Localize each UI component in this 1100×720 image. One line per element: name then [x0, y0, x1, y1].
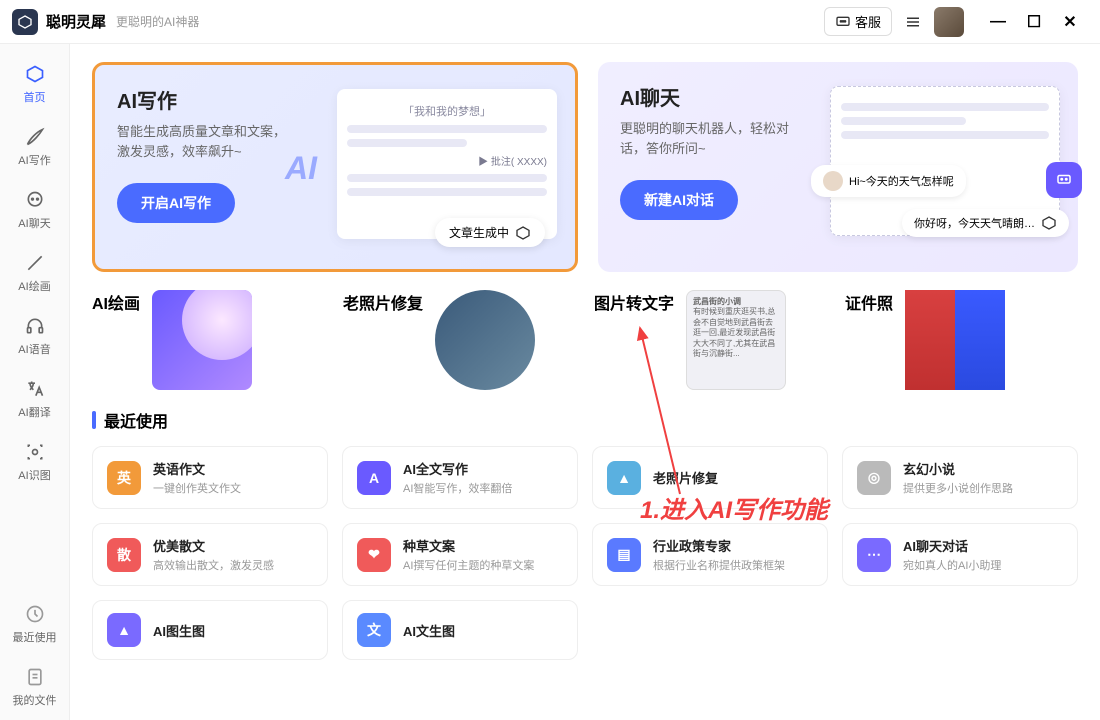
sidebar-item-home[interactable]: 首页 — [10, 54, 60, 113]
recent-icon: 散 — [107, 538, 141, 572]
recent-card[interactable]: A AI全文写作 AI智能写作，效率翻倍 — [342, 446, 578, 509]
recent-card[interactable]: ◎ 玄幻小说 提供更多小说创作思路 — [842, 446, 1078, 509]
mini-avatar — [823, 171, 843, 191]
recent-card[interactable]: ▤ 行业政策专家 根据行业名称提供政策框架 — [592, 523, 828, 586]
hero-writing-desc: 智能生成高质量文章和文案，激发灵感，效率飙升~ — [117, 122, 297, 161]
sidebar: 首页 AI写作 AI聊天 AI绘画 AI语音 AI翻译 AI识图 最近使用 我的… — [0, 44, 70, 720]
recent-title: AI全文写作 — [403, 459, 563, 478]
recent-card[interactable]: ❤ 种草文案 AI撰写任何主题的种草文案 — [342, 523, 578, 586]
recent-card[interactable]: ▲ 老照片修复 — [592, 446, 828, 509]
app-logo — [12, 9, 38, 35]
recent-icon: ⋯ — [857, 538, 891, 572]
recent-title: 种草文案 — [403, 536, 563, 555]
recent-icon: ▲ — [607, 461, 641, 495]
recent-title: AI文生图 — [403, 621, 563, 640]
customer-service-button[interactable]: 客服 — [824, 7, 892, 36]
sidebar-item-recent[interactable]: 最近使用 — [10, 594, 60, 653]
feature-ocr[interactable]: 图片转文字 武昌街的小调 有时候到重庆逛买书,总会不自觉地到武昌街去逛一回,最近… — [594, 290, 827, 390]
recent-desc: AI智能写作，效率翻倍 — [403, 480, 563, 496]
recent-icon: A — [357, 461, 391, 495]
recent-icon: 英 — [107, 461, 141, 495]
recent-desc: 高效输出散文，激发灵感 — [153, 557, 313, 573]
hex-icon — [1041, 215, 1057, 231]
home-icon — [23, 62, 47, 86]
start-ai-writing-button[interactable]: 开启AI写作 — [117, 183, 235, 223]
feature-row: AI绘画 老照片修复 图片转文字 武昌街的小调 有时候到重庆逛买书,总会不自觉地… — [92, 290, 1078, 390]
brush-icon — [23, 251, 47, 275]
chat-icon — [835, 14, 851, 30]
recent-icon: ❤ — [357, 538, 391, 572]
recent-icon: 文 — [357, 613, 391, 647]
title-bar: 聪明灵犀 更聪明的AI神器 客服 — ☐ ✕ — [0, 0, 1100, 44]
headphone-icon — [23, 314, 47, 338]
hero-ai-writing[interactable]: AI写作 智能生成高质量文章和文案，激发灵感，效率飙升~ 开启AI写作 AI 「… — [92, 62, 578, 272]
recent-card[interactable]: ▲ AI图生图 — [92, 600, 328, 660]
thumb-ai-paint — [152, 290, 252, 390]
recent-grid: 英 英语作文 一键创作英文作文A AI全文写作 AI智能写作，效率翻倍▲ 老照片… — [92, 446, 1078, 660]
hero-ai-chat[interactable]: AI聊天 更聪明的聊天机器人，轻松对话，答你所问~ 新建AI对话 Hi~今天的天… — [598, 62, 1078, 272]
hero-chat-desc: 更聪明的聊天机器人，轻松对话，答你所问~ — [620, 119, 800, 158]
file-icon — [23, 665, 47, 689]
sidebar-item-translate[interactable]: AI翻译 — [10, 369, 60, 428]
app-name: 聪明灵犀 — [46, 11, 106, 32]
recent-title: AI图生图 — [153, 621, 313, 640]
sidebar-item-chat[interactable]: AI聊天 — [10, 180, 60, 239]
maximize-button[interactable]: ☐ — [1024, 12, 1044, 32]
thumb-id-photo — [905, 290, 1005, 390]
pen-icon — [23, 125, 47, 149]
clock-icon — [23, 602, 47, 626]
hamburger-icon — [904, 13, 922, 31]
recent-card[interactable]: 散 优美散文 高效输出散文，激发灵感 — [92, 523, 328, 586]
recent-desc: 根据行业名称提供政策框架 — [653, 557, 813, 573]
main-content: AI写作 智能生成高质量文章和文案，激发灵感，效率飙升~ 开启AI写作 AI 「… — [70, 44, 1100, 720]
user-avatar[interactable] — [934, 7, 964, 37]
recent-card[interactable]: ⋯ AI聊天对话 宛如真人的AI小助理 — [842, 523, 1078, 586]
menu-button[interactable] — [902, 11, 924, 33]
recent-title: 优美散文 — [153, 536, 313, 555]
sidebar-item-paint[interactable]: AI绘画 — [10, 243, 60, 302]
recent-title: AI聊天对话 — [903, 536, 1063, 555]
ai-badge: AI — [285, 150, 317, 187]
hero-chat-mock: Hi~今天的天气怎样呢 你好呀，今天天气晴朗… — [830, 86, 1060, 236]
close-button[interactable]: ✕ — [1060, 12, 1080, 32]
sidebar-item-ocr[interactable]: AI识图 — [10, 432, 60, 491]
new-ai-chat-button[interactable]: 新建AI对话 — [620, 180, 738, 220]
hero-writing-mock: 「我和我的梦想」 ▶ 批注( XXXX) 文章生成中 — [337, 89, 557, 239]
thumb-ocr: 武昌街的小调 有时候到重庆逛买书,总会不自觉地到武昌街去逛一回,最近发现武昌街大… — [686, 290, 786, 390]
generating-pill: 文章生成中 — [435, 218, 545, 247]
app-slogan: 更聪明的AI神器 — [116, 13, 199, 30]
translate-icon — [23, 377, 47, 401]
recent-title: 行业政策专家 — [653, 536, 813, 555]
chat-bubble-icon — [23, 188, 47, 212]
recent-desc: 宛如真人的AI小助理 — [903, 557, 1063, 573]
recent-title: 老照片修复 — [653, 468, 813, 487]
feature-id-photo[interactable]: 证件照 — [845, 290, 1078, 390]
sidebar-item-voice[interactable]: AI语音 — [10, 306, 60, 365]
minimize-button[interactable]: — — [988, 12, 1008, 32]
recent-desc: 提供更多小说创作思路 — [903, 480, 1063, 496]
recent-title: 英语作文 — [153, 459, 313, 478]
feature-old-photo[interactable]: 老照片修复 — [343, 290, 576, 390]
hex-icon — [515, 225, 531, 241]
recent-icon: ▤ — [607, 538, 641, 572]
recent-icon: ◎ — [857, 461, 891, 495]
eye-icon — [23, 440, 47, 464]
recent-heading: 最近使用 — [92, 408, 1078, 432]
recent-card[interactable]: 文 AI文生图 — [342, 600, 578, 660]
recent-card[interactable]: 英 英语作文 一键创作英文作文 — [92, 446, 328, 509]
sidebar-item-writing[interactable]: AI写作 — [10, 117, 60, 176]
recent-title: 玄幻小说 — [903, 459, 1063, 478]
recent-desc: 一键创作英文作文 — [153, 480, 313, 496]
sidebar-item-files[interactable]: 我的文件 — [10, 657, 60, 716]
feature-ai-paint[interactable]: AI绘画 — [92, 290, 325, 390]
thumb-old-photo — [435, 290, 535, 390]
recent-icon: ▲ — [107, 613, 141, 647]
recent-desc: AI撰写任何主题的种草文案 — [403, 557, 563, 573]
chat-fab-icon — [1046, 162, 1082, 198]
